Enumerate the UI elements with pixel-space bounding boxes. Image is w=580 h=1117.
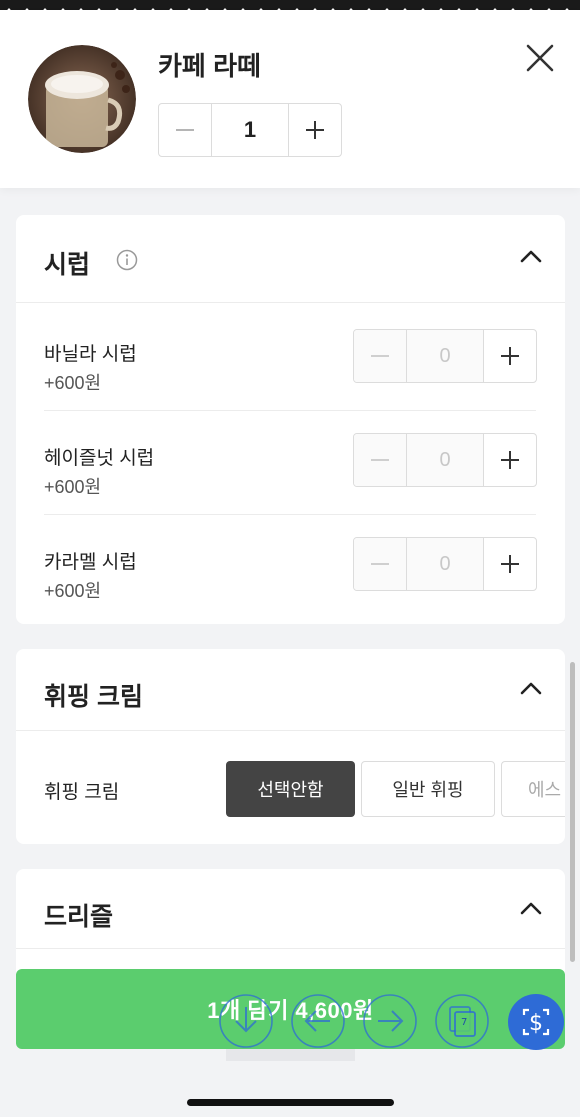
option-price: +600원: [44, 373, 102, 393]
plus-icon: [501, 347, 519, 365]
quantity-increase-button[interactable]: [289, 104, 341, 156]
option-name: 카라멜 시럽: [44, 552, 137, 573]
whipping-section-header[interactable]: 휘핑 크림: [16, 649, 565, 731]
option-decrease-button[interactable]: [354, 434, 406, 486]
chevron-up-icon[interactable]: [519, 247, 543, 267]
quantity-stepper: 1: [158, 103, 342, 157]
minus-icon: [176, 129, 194, 131]
plus-icon: [501, 451, 519, 469]
option-increase-button[interactable]: [484, 538, 536, 590]
syrup-section-header[interactable]: 시럽: [16, 215, 565, 303]
product-name: 카페 라떼: [158, 51, 261, 81]
option-chip-espresso[interactable]: 에스: [501, 761, 565, 817]
whipping-section: 휘핑 크림 휘핑 크림 선택안함 일반 휘핑 에스: [16, 649, 565, 844]
syrup-section: 시럽 바닐라 시럽 +600원 0 헤이즐넛 시럽 +600원 0 카라멜 시럽…: [16, 215, 565, 624]
close-button[interactable]: [522, 40, 558, 76]
chevron-up-icon[interactable]: [519, 679, 543, 699]
section-title: 시럽: [44, 251, 91, 279]
forward-arrow-icon[interactable]: [362, 993, 418, 1049]
chevron-up-icon[interactable]: [519, 899, 543, 919]
plus-icon: [306, 121, 324, 139]
home-indicator: [187, 1099, 394, 1106]
product-thumbnail: [28, 45, 136, 153]
minus-icon: [371, 563, 389, 565]
back-arrow-icon[interactable]: [290, 993, 346, 1049]
option-chip-none[interactable]: 선택안함: [226, 761, 355, 817]
option-chip-regular-whipping[interactable]: 일반 휘핑: [361, 761, 495, 817]
close-icon: [526, 44, 554, 72]
tabs-button[interactable]: 7: [434, 993, 490, 1049]
download-icon[interactable]: [218, 993, 274, 1049]
option-count: 0: [406, 434, 484, 486]
list-item: 바닐라 시럽 +600원 0: [44, 307, 537, 411]
minus-icon: [371, 459, 389, 461]
plus-icon: [501, 555, 519, 573]
option-stepper: 0: [353, 433, 537, 487]
option-stepper: 0: [353, 329, 537, 383]
scrollbar[interactable]: [570, 662, 575, 962]
minus-icon: [371, 355, 389, 357]
option-stepper: 0: [353, 537, 537, 591]
tabs-count: 7: [461, 1017, 468, 1028]
drizzle-section-header[interactable]: 드리즐: [16, 869, 565, 949]
option-row-label: 휘핑 크림: [44, 782, 120, 803]
dollar-scan-icon[interactable]: $: [507, 993, 565, 1051]
bottom-tab-shadow: [226, 1049, 355, 1061]
option-decrease-button[interactable]: [354, 330, 406, 382]
option-price: +600원: [44, 477, 102, 497]
quantity-decrease-button[interactable]: [159, 104, 211, 156]
option-count: 0: [406, 538, 484, 590]
section-title: 드리즐: [44, 903, 114, 931]
quantity-value: 1: [211, 104, 289, 156]
option-decrease-button[interactable]: [354, 538, 406, 590]
list-item: 헤이즐넛 시럽 +600원 0: [44, 411, 537, 515]
option-count: 0: [406, 330, 484, 382]
info-icon[interactable]: [116, 249, 138, 271]
option-name: 바닐라 시럽: [44, 344, 137, 365]
product-header: 카페 라떼 1: [0, 10, 580, 188]
option-price: +600원: [44, 581, 102, 601]
option-name: 헤이즐넛 시럽: [44, 448, 155, 469]
section-title: 휘핑 크림: [44, 683, 143, 711]
option-increase-button[interactable]: [484, 434, 536, 486]
svg-text:$: $: [529, 1011, 543, 1036]
option-increase-button[interactable]: [484, 330, 536, 382]
list-item: 카라멜 시럽 +600원 0: [44, 515, 537, 619]
